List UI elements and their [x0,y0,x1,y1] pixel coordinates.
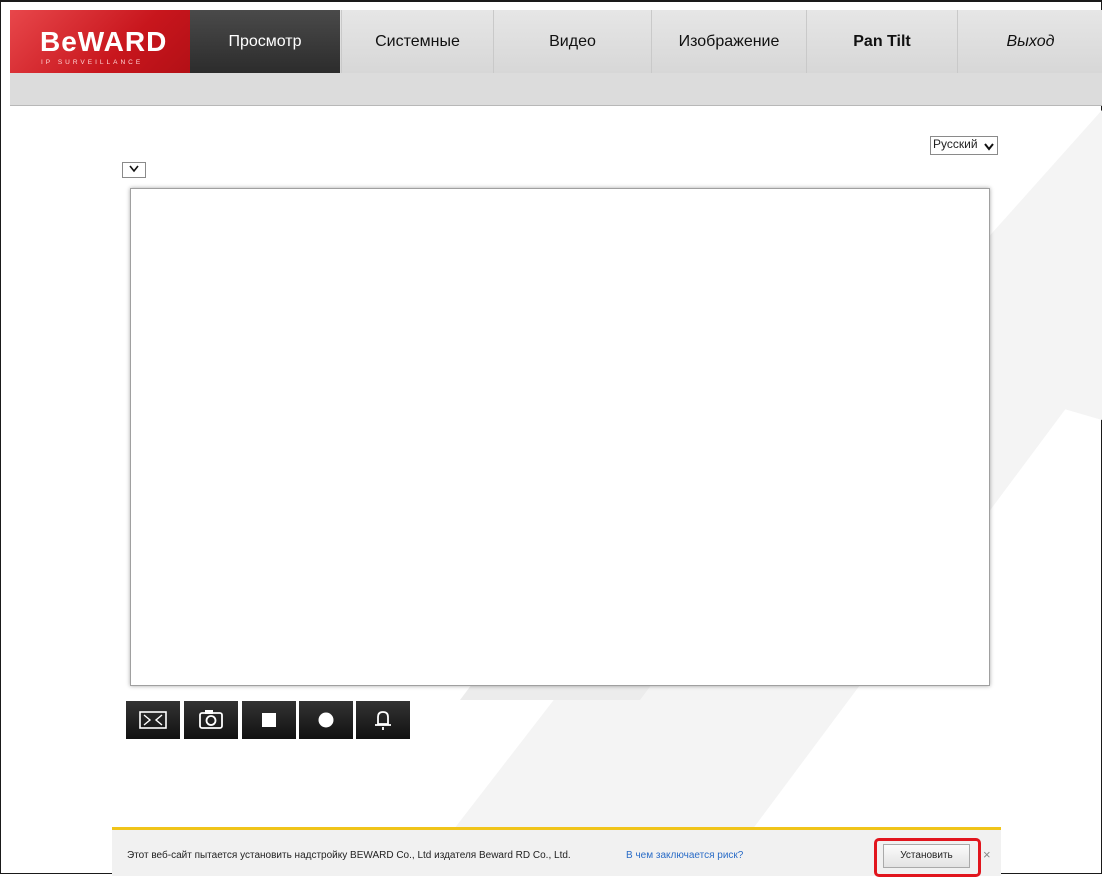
addon-message: Этот веб-сайт пытается установить надстр… [127,850,571,861]
nav-item-logout[interactable]: Выход [957,10,1102,73]
snapshot-icon [199,710,223,729]
nav-item-video[interactable]: Видео [493,10,651,73]
nav-item-system[interactable]: Системные [341,10,493,73]
language-select[interactable]: Русский [930,136,998,155]
language-selected: Русский [933,137,978,151]
record-icon [318,712,334,728]
stream-select[interactable] [122,162,146,178]
logo-subtitle: IP SURVEILLANCE [41,59,144,66]
nav-item-pan-tilt[interactable]: Pan Tilt [806,10,957,73]
logo-text: BeWARD [40,26,168,57]
video-viewport[interactable] [130,188,990,686]
nav-item-image[interactable]: Изображение [651,10,806,73]
addon-notification-bar: Этот веб-сайт пытается установить надстр… [112,827,1001,877]
chevron-down-icon [129,165,139,176]
alarm-button[interactable] [356,701,410,739]
alarm-icon [375,711,391,730]
brand-logo[interactable]: BeWARD IP SURVEILLANCE [10,10,190,82]
risk-info-link[interactable]: В чем заключается риск? [626,850,743,861]
stop-button[interactable] [242,701,296,739]
fullscreen-icon [139,711,167,729]
nav-item-view[interactable]: Просмотр [190,10,340,73]
close-icon[interactable]: × [983,847,991,862]
stop-icon [262,713,276,727]
install-button[interactable]: Установить [883,844,970,868]
sub-toolbar [10,73,1102,106]
chevron-down-icon [984,140,994,154]
record-button[interactable] [299,701,353,739]
snapshot-button[interactable] [184,701,238,739]
fullscreen-button[interactable] [126,701,180,739]
